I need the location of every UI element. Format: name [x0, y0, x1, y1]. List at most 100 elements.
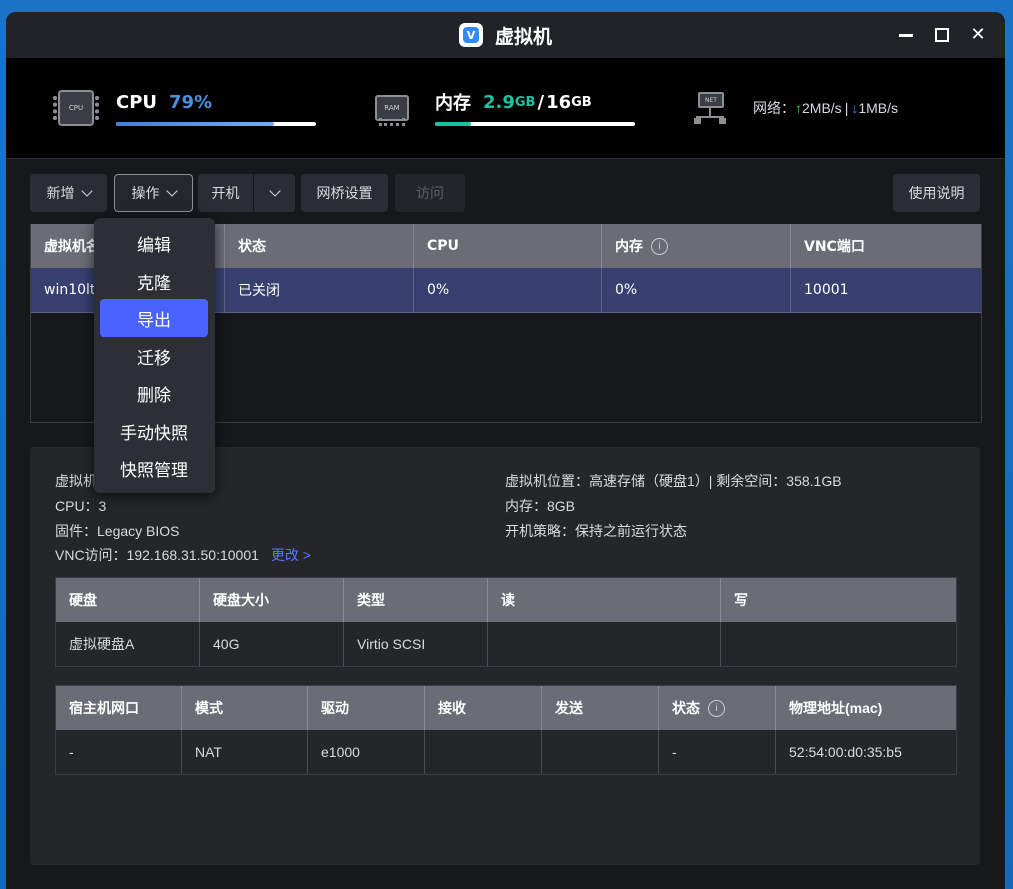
detail-vm-name: 虚拟机	[55, 473, 97, 489]
minimize-button[interactable]	[899, 33, 913, 37]
vm-memory-cell: 0%	[602, 268, 791, 312]
window-title: 虚拟机	[494, 25, 552, 48]
network-readout: 网络： ↑ 2MB/s | ↓ 1MB/s	[753, 58, 898, 158]
ram-icon: RAM	[375, 95, 409, 126]
col-send: 发送	[542, 686, 659, 730]
network-label: 网络：	[753, 100, 795, 116]
cpu-usage-bar	[116, 122, 316, 126]
maximize-button[interactable]	[935, 28, 949, 42]
vm-vnc-cell: 10001	[804, 282, 849, 298]
table-row: - NAT e1000 - 52:54:00:d0:35:b5	[56, 730, 956, 774]
vnc-change-link[interactable]: 更改 >	[271, 547, 311, 563]
menu-item-export[interactable]: 导出	[100, 299, 208, 337]
col-write: 写	[734, 592, 748, 608]
col-disk-type: 类型	[344, 578, 488, 622]
power-on-button-label: 开机	[211, 185, 240, 201]
menu-item-edit[interactable]: 编辑	[100, 224, 208, 262]
menu-item-manual-snapshot[interactable]: 手动快照	[100, 412, 208, 450]
app-logo-icon: V	[458, 23, 483, 47]
cpu-stat: CPU	[53, 58, 99, 158]
cpu-usage-fill	[116, 122, 274, 126]
operations-button[interactable]: 操作	[114, 174, 193, 212]
network-stat: NET	[694, 58, 726, 158]
cpu-chip-icon: CPU	[53, 90, 99, 126]
col-mac: 物理地址(mac)	[789, 700, 883, 716]
net-icon-text: NET	[705, 96, 717, 104]
disk-type-cell: Virtio SCSI	[344, 622, 488, 666]
upload-speed: 2MB/s	[802, 100, 842, 116]
info-icon[interactable]: i	[708, 699, 725, 717]
disk-name-cell: 虚拟硬盘A	[56, 622, 200, 666]
disk-size-cell: 40G	[200, 622, 344, 666]
col-mode: 模式	[182, 686, 308, 730]
disk-write-cell	[721, 622, 954, 666]
col-cpu[interactable]: CPU	[414, 224, 602, 268]
operations-dropdown-menu: 编辑 克隆 导出 迁移 删除 手动快照 快照管理	[94, 218, 215, 493]
disk-table: 硬盘 硬盘大小 类型 读 写 虚拟硬盘A 40G Virtio SCSI	[55, 577, 957, 667]
memory-label: 内存	[435, 93, 471, 114]
help-button[interactable]: 使用说明	[893, 174, 980, 212]
detail-firmware: 固件：Legacy BIOS	[55, 523, 180, 539]
detail-memory: 内存：8GB	[505, 498, 576, 514]
col-net-status: 状态 i	[659, 686, 776, 730]
vm-status-cell: 已关闭	[225, 268, 414, 312]
col-driver: 驱动	[308, 686, 425, 730]
menu-item-migrate[interactable]: 迁移	[100, 337, 208, 375]
memory-total: 16	[546, 91, 572, 113]
col-memory[interactable]: 内存 i	[602, 224, 791, 268]
close-button[interactable]: ✕	[970, 26, 985, 44]
menu-item-delete[interactable]: 删除	[100, 374, 208, 412]
detail-location: 虚拟机位置：高速存储（硬盘1）| 剩余空间：358.1GB	[505, 473, 842, 489]
col-receive: 接收	[425, 686, 542, 730]
network-sep: |	[844, 100, 849, 116]
detail-power-policy: 开机策略：保持之前运行状态	[505, 523, 687, 539]
add-button-label: 新增	[46, 185, 75, 201]
window-controls: ✕	[899, 12, 986, 58]
mode-cell: NAT	[182, 730, 308, 774]
menu-item-clone[interactable]: 克隆	[100, 262, 208, 300]
info-icon[interactable]: i	[651, 237, 668, 255]
operations-button-label: 操作	[131, 185, 160, 201]
detail-vnc: VNC访问：192.168.31.50:10001 更改 >	[55, 545, 311, 565]
mac-cell: 52:54:00:d0:35:b5	[789, 744, 902, 760]
power-on-button[interactable]: 开机	[198, 174, 253, 212]
cpu-value: 79%	[169, 91, 213, 113]
disk-read-cell	[488, 622, 721, 666]
memory-sep: /	[537, 91, 545, 113]
resource-stats: CPU CPU 79% RAM 内存 2.9 GB / 16 GB NET 网络…	[6, 58, 1005, 159]
memory-total-unit: GB	[571, 94, 592, 110]
menu-item-snapshot-manage[interactable]: 快照管理	[100, 449, 208, 487]
memory-used: 2.9	[483, 91, 515, 113]
network-table: 宿主机网口 模式 驱动 接收 发送 状态 i 物理地址(mac) - NAT e1…	[55, 685, 957, 775]
maximize-icon	[935, 28, 949, 42]
help-button-label: 使用说明	[908, 185, 965, 201]
host-port-cell: -	[56, 730, 182, 774]
minimize-icon	[899, 33, 913, 37]
disk-table-header: 硬盘 硬盘大小 类型 读 写	[56, 578, 956, 622]
ram-icon-text: RAM	[384, 104, 400, 112]
col-vnc-port[interactable]: VNC端口	[791, 224, 981, 268]
add-button[interactable]: 新增	[30, 174, 107, 212]
visit-button[interactable]: 访问	[395, 174, 465, 212]
bridge-settings-button[interactable]: 网桥设置	[301, 174, 388, 212]
col-read: 读	[488, 578, 721, 622]
memory-used-unit: GB	[514, 94, 536, 110]
download-speed: 1MB/s	[858, 100, 899, 116]
table-row: 虚拟硬盘A 40G Virtio SCSI	[56, 622, 956, 666]
detail-vnc-value: VNC访问：192.168.31.50:10001	[55, 547, 259, 563]
driver-cell: e1000	[308, 730, 425, 774]
cpu-icon-text: CPU	[68, 104, 84, 112]
app-title: V 虚拟机	[458, 22, 552, 49]
receive-cell	[425, 730, 542, 774]
vm-details-panel: 虚拟机 CPU：3 固件：Legacy BIOS VNC访问：192.168.3…	[30, 447, 980, 865]
network-icon: NET	[694, 92, 726, 124]
memory-stat: RAM	[375, 58, 409, 158]
col-disk-size: 硬盘大小	[200, 578, 344, 622]
chevron-down-icon	[268, 185, 281, 197]
bridge-settings-label: 网桥设置	[316, 185, 373, 201]
send-cell	[542, 730, 659, 774]
col-status[interactable]: 状态	[225, 224, 414, 268]
power-options-button[interactable]	[254, 174, 295, 212]
chevron-down-icon	[165, 185, 178, 197]
vm-cpu-cell: 0%	[414, 268, 602, 312]
